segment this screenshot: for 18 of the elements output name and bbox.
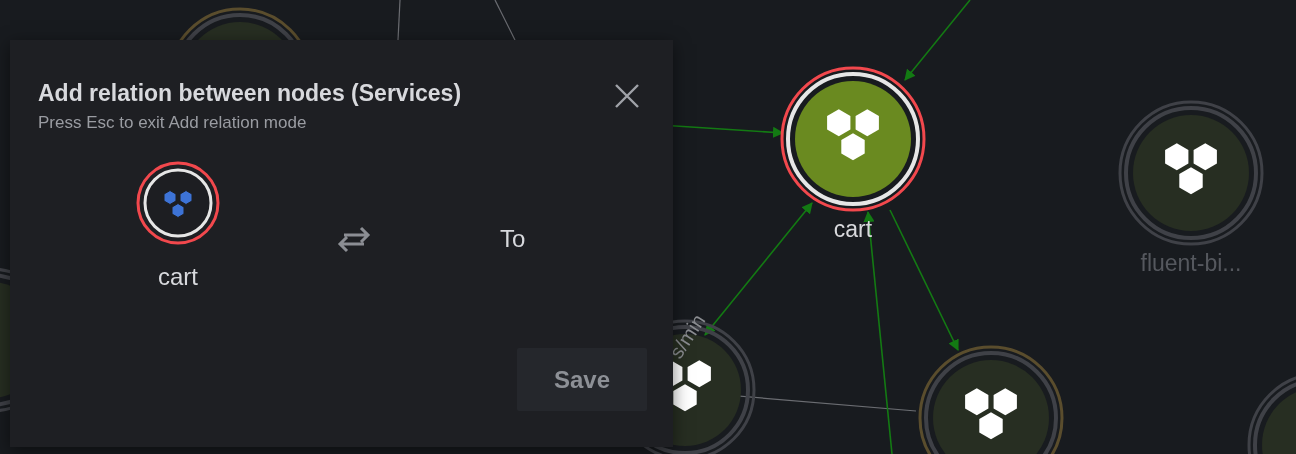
dialog-subtitle: Press Esc to exit Add relation mode — [38, 113, 308, 133]
swap-arrows-icon — [336, 225, 372, 253]
node-cubes-icon — [136, 161, 220, 245]
close-icon — [614, 83, 640, 109]
edge-line — [397, 0, 401, 41]
node-label: fluent-bi... — [1140, 250, 1242, 276]
hexagons-icon — [965, 388, 1017, 440]
node-label: cart — [833, 216, 873, 242]
service-node[interactable] — [918, 345, 1064, 454]
service-node[interactable] — [1118, 100, 1264, 246]
hexagons-icon — [827, 109, 879, 161]
service-node[interactable] — [780, 66, 926, 212]
edge-line — [494, 0, 516, 41]
hexagons-icon — [1165, 143, 1217, 195]
dialog-title: Add relation between nodes (Services) — [38, 80, 462, 107]
to-label: To — [500, 225, 526, 253]
close-button[interactable] — [614, 83, 640, 109]
from-node-label: cart — [158, 263, 198, 291]
